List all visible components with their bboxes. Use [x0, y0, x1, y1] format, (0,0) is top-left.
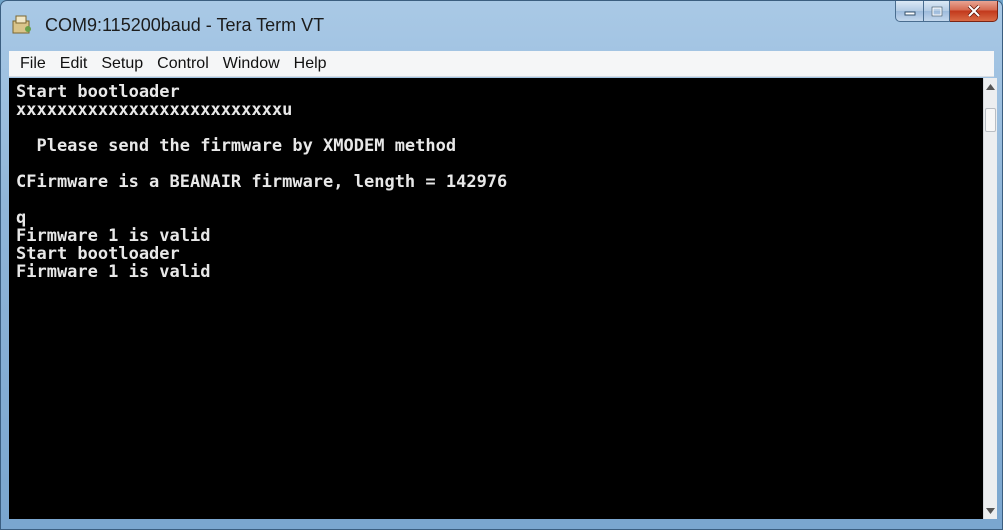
maximize-button[interactable] — [923, 1, 950, 22]
minimize-icon — [904, 11, 915, 16]
terminal-line: CFirmware is a BEANAIR firmware, length … — [16, 172, 508, 192]
menu-control[interactable]: Control — [150, 51, 216, 76]
menu-setup[interactable]: Setup — [94, 51, 150, 76]
chevron-down-icon — [986, 507, 995, 514]
terminal-output-area[interactable]: Start bootloader xxxxxxxxxxxxxxxxxxxxxxx… — [9, 78, 983, 519]
terminal-line: xxxxxxxxxxxxxxxxxxxxxxxxxxu — [16, 100, 293, 120]
title-bar[interactable]: COM9:115200baud - Tera Term VT — [1, 1, 1002, 47]
terminal-window: COM9:115200baud - Tera Term VT File Edit… — [0, 0, 1003, 530]
chevron-up-icon — [986, 83, 995, 90]
window-controls — [895, 1, 998, 24]
vertical-scrollbar[interactable] — [983, 78, 997, 519]
terminal-line: Start bootloader — [16, 244, 180, 264]
scrollbar-thumb[interactable] — [985, 108, 996, 132]
menu-help[interactable]: Help — [287, 51, 334, 76]
menu-window[interactable]: Window — [216, 51, 287, 76]
terminal-line: Firmware 1 is valid — [16, 262, 211, 282]
terminal-text: Start bootloader xxxxxxxxxxxxxxxxxxxxxxx… — [9, 78, 983, 281]
tera-term-app-icon[interactable] — [11, 14, 33, 36]
minimize-button[interactable] — [895, 1, 923, 22]
close-button[interactable] — [950, 1, 998, 22]
terminal-line: Please send the firmware by XMODEM metho… — [16, 136, 457, 156]
menu-bar: File Edit Setup Control Window Help — [9, 51, 994, 77]
scroll-up-button[interactable] — [984, 80, 997, 93]
scroll-down-button[interactable] — [984, 504, 997, 517]
terminal-line: Firmware 1 is valid — [16, 226, 211, 246]
maximize-icon — [931, 6, 942, 16]
window-bottom-border — [9, 519, 994, 527]
close-icon — [967, 5, 980, 17]
window-title: COM9:115200baud - Tera Term VT — [45, 15, 325, 35]
menu-file[interactable]: File — [13, 51, 53, 76]
menu-edit[interactable]: Edit — [53, 51, 95, 76]
terminal-line: Start bootloader — [16, 82, 180, 102]
terminal-line: q — [16, 208, 27, 228]
